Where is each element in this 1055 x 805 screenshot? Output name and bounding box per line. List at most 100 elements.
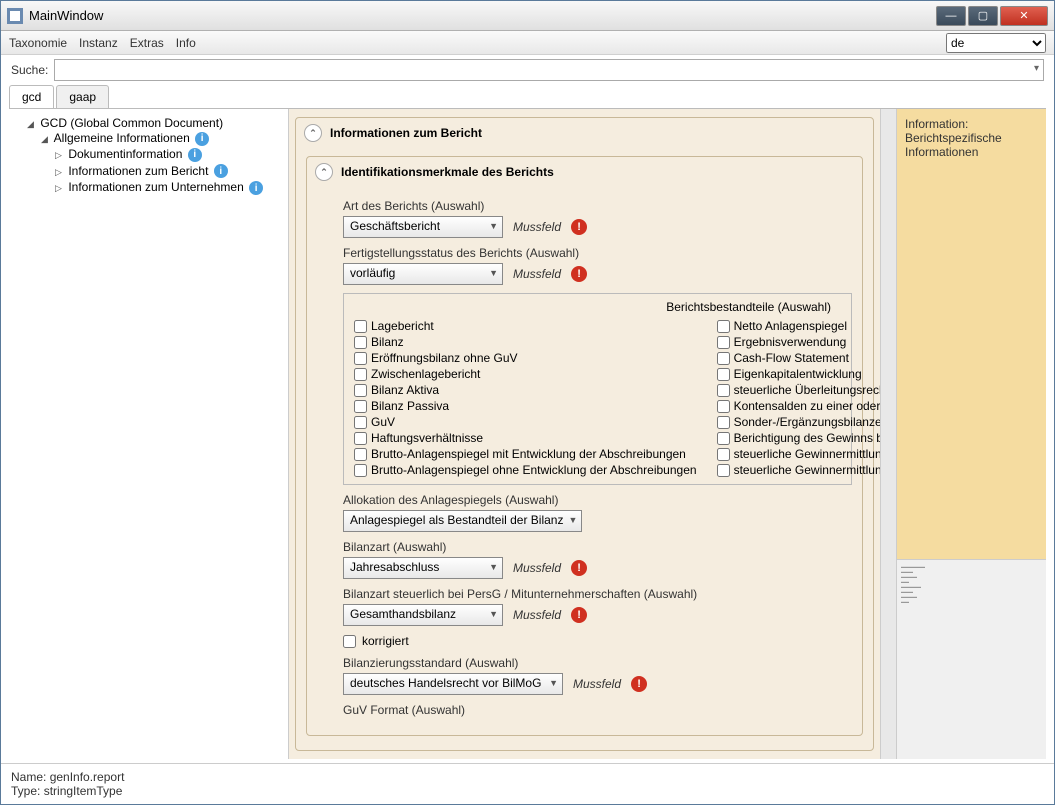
section-title: Informationen zum Bericht (330, 126, 482, 140)
mussfeld-label: Mussfeld (513, 267, 561, 281)
check-item[interactable]: Cash-Flow Statement (717, 350, 880, 366)
tree-root[interactable]: ◢ GCD (Global Common Document) ◢ Allgeme… (27, 115, 284, 198)
checkbox[interactable] (354, 400, 367, 413)
check-item[interactable]: steuerliche Gewinnermittlung (717, 446, 880, 462)
check-item[interactable]: Haftungsverhältnisse (354, 430, 697, 446)
check-label: Brutto-Anlagenspiegel mit Entwicklung de… (371, 447, 686, 461)
check-label: steuerliche Gewinnermittlung bei P (734, 463, 880, 477)
check-item[interactable]: steuerliche Gewinnermittlung bei P (717, 462, 880, 478)
check-item[interactable]: Eröffnungsbilanz ohne GuV (354, 350, 697, 366)
check-item[interactable]: Zwischenlagebericht (354, 366, 697, 382)
berichtsbestandteile-group: Berichtsbestandteile (Auswahl) Lageberic… (343, 293, 852, 485)
tab-gcd[interactable]: gcd (9, 85, 54, 108)
minimap[interactable]: ▬▬▬▬▬▬▬▬▬▬▬▬▬▬▬▬▬▬▬▬▬▬▬▬▬▬▬▬▬ (897, 559, 1046, 759)
info-panel: Information: Berichtspezifische Informat… (897, 109, 1046, 559)
field-label: Bilanzart (Auswahl) (343, 540, 852, 554)
info-icon[interactable]: i (195, 132, 209, 146)
check-item[interactable]: Berichtigung des Gewinns bei Wec (717, 430, 880, 446)
bilanzart-steuer-select[interactable]: Gesamthandsbilanz (343, 604, 503, 626)
info-icon[interactable]: i (188, 148, 202, 162)
tab-bar: gcd gaap (1, 85, 1054, 108)
check-item[interactable]: Sonder-/Ergänzungsbilanzen als Fr (717, 414, 880, 430)
checkbox[interactable] (717, 368, 730, 381)
check-label: Sonder-/Ergänzungsbilanzen als Fr (734, 415, 880, 429)
checkbox[interactable] (717, 464, 730, 477)
check-item[interactable]: Kontensalden zu einer oder mehre (717, 398, 880, 414)
info-icon[interactable]: i (249, 181, 263, 195)
menu-instanz[interactable]: Instanz (79, 36, 118, 50)
korrigiert-checkbox[interactable] (343, 635, 356, 648)
window-title: MainWindow (29, 8, 934, 23)
checkbox[interactable] (717, 336, 730, 349)
check-item[interactable]: Ergebnisverwendung (717, 334, 880, 350)
check-label: Bilanz Aktiva (371, 383, 439, 397)
close-button[interactable]: ✕ (1000, 6, 1048, 26)
tab-gaap[interactable]: gaap (56, 85, 109, 108)
mussfeld-label: Mussfeld (513, 608, 561, 622)
korrigiert-label: korrigiert (362, 634, 409, 648)
fertig-select[interactable]: vorläufig (343, 263, 503, 285)
checkbox[interactable] (354, 368, 367, 381)
check-item[interactable]: Bilanz Aktiva (354, 382, 697, 398)
language-selector[interactable]: de (946, 33, 1046, 53)
field-label: Fertigstellungsstatus des Berichts (Ausw… (343, 246, 852, 260)
field-label: Art des Berichts (Auswahl) (343, 199, 852, 213)
art-select[interactable]: Geschäftsbericht (343, 216, 503, 238)
menu-extras[interactable]: Extras (130, 36, 164, 50)
check-label: Cash-Flow Statement (734, 351, 849, 365)
check-label: Kontensalden zu einer oder mehre (734, 399, 880, 413)
checkbox[interactable] (717, 384, 730, 397)
checkbox[interactable] (354, 416, 367, 429)
form-area: ⌃ Informationen zum Bericht ⌃ Identifika… (289, 109, 880, 759)
tree-item[interactable]: ◢ Allgemeine Informationen i ▷ Dokumenti… (41, 130, 284, 197)
titlebar: MainWindow — ▢ ✕ (1, 1, 1054, 31)
collapse-button[interactable]: ⌃ (315, 163, 333, 181)
bilanzart-select[interactable]: Jahresabschluss (343, 557, 503, 579)
tree-item[interactable]: ▷ Dokumentinformation i (55, 146, 284, 163)
vertical-scrollbar[interactable] (880, 109, 896, 759)
tree-item[interactable]: ▷ Informationen zum Unternehmen i (55, 179, 284, 196)
check-item[interactable]: GuV (354, 414, 697, 430)
checkbox[interactable] (354, 384, 367, 397)
info-icon[interactable]: i (214, 164, 228, 178)
checkbox[interactable] (717, 416, 730, 429)
check-label: Berichtigung des Gewinns bei Wec (734, 431, 880, 445)
check-label: Bilanz (371, 335, 404, 349)
checkbox[interactable] (717, 400, 730, 413)
menu-taxonomie[interactable]: Taxonomie (9, 36, 67, 50)
mussfeld-label: Mussfeld (513, 220, 561, 234)
checkbox[interactable] (354, 432, 367, 445)
search-input[interactable] (54, 59, 1044, 81)
mussfeld-label: Mussfeld (513, 561, 561, 575)
maximize-button[interactable]: ▢ (968, 6, 998, 26)
checkbox[interactable] (354, 336, 367, 349)
tree-item[interactable]: ▷ Informationen zum Bericht i (55, 163, 284, 180)
app-icon (7, 8, 23, 24)
check-item[interactable]: Brutto-Anlagenspiegel ohne Entwicklung d… (354, 462, 697, 478)
check-label: GuV (371, 415, 395, 429)
check-item[interactable]: Bilanz Passiva (354, 398, 697, 414)
check-label: steuerliche Überleitungsrechnung (734, 383, 880, 397)
standard-select[interactable]: deutsches Handelsrecht vor BilMoG (343, 673, 563, 695)
field-label: Allokation des Anlagespiegels (Auswahl) (343, 493, 852, 507)
checkbox[interactable] (354, 352, 367, 365)
check-item[interactable]: Lagebericht (354, 318, 697, 334)
check-item[interactable]: Netto Anlagenspiegel (717, 318, 880, 334)
check-item[interactable]: Brutto-Anlagenspiegel mit Entwicklung de… (354, 446, 697, 462)
checkbox[interactable] (717, 432, 730, 445)
check-label: Eigenkapitalentwicklung (734, 367, 862, 381)
checkgroup-title: Berichtsbestandteile (Auswahl) (354, 300, 841, 314)
checkbox[interactable] (354, 448, 367, 461)
checkbox[interactable] (717, 352, 730, 365)
checkbox[interactable] (717, 320, 730, 333)
checkbox[interactable] (354, 464, 367, 477)
menu-info[interactable]: Info (176, 36, 196, 50)
check-item[interactable]: Bilanz (354, 334, 697, 350)
checkbox[interactable] (354, 320, 367, 333)
allokation-select[interactable]: Anlagespiegel als Bestandteil der Bilanz (343, 510, 582, 532)
collapse-button[interactable]: ⌃ (304, 124, 322, 142)
check-item[interactable]: steuerliche Überleitungsrechnung (717, 382, 880, 398)
minimize-button[interactable]: — (936, 6, 966, 26)
check-item[interactable]: Eigenkapitalentwicklung (717, 366, 880, 382)
checkbox[interactable] (717, 448, 730, 461)
